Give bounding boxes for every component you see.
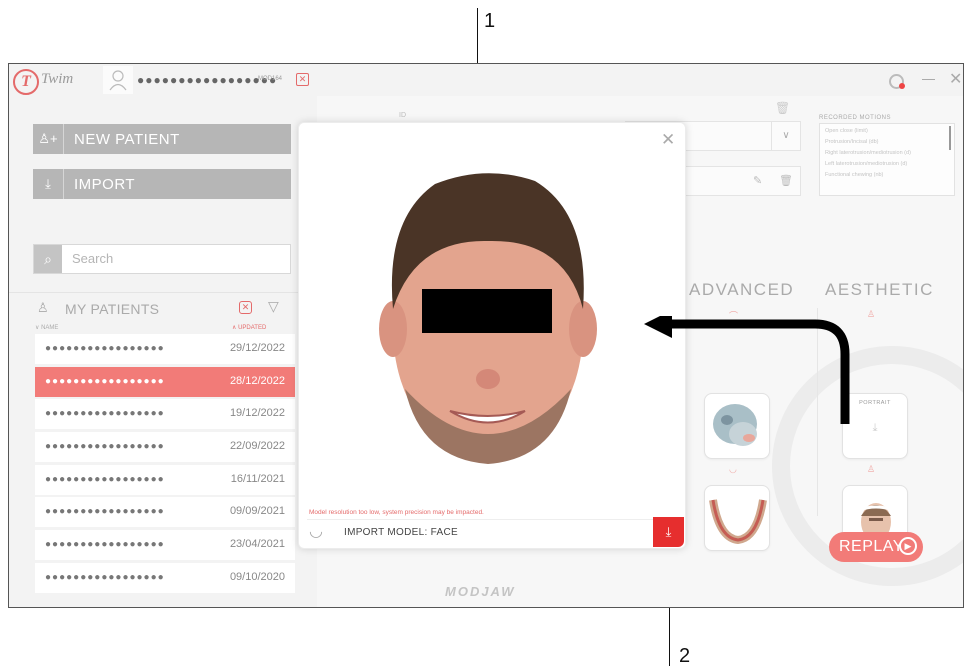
patient-name: ●●●●●●●●●●●●●●●●● <box>45 375 165 387</box>
patient-name: ●●●●●●●●●●●●●●●●● <box>45 473 165 485</box>
sidebar: ♙+ NEW PATIENT ⤓ IMPORT ⌕ ♙ MY PATIENTS … <box>9 96 317 607</box>
motion-item[interactable]: Functional chewing (nb) <box>825 172 950 183</box>
privacy-bar <box>422 289 552 333</box>
search-input[interactable] <box>70 250 284 267</box>
scrollbar[interactable] <box>949 126 951 150</box>
face-model-preview <box>379 173 597 464</box>
patient-date: 29/12/2022 <box>229 342 285 354</box>
jaw-icon: ◡ <box>309 523 323 540</box>
edit-icon[interactable]: ✎ <box>753 174 762 187</box>
annotation-arrow <box>644 316 850 424</box>
new-patient-button[interactable]: ♙+ NEW PATIENT <box>33 124 291 154</box>
patient-name: ●●●●●●●●●●●●●●●●● <box>45 343 165 354</box>
trash-icon[interactable]: 🗑 <box>779 174 793 187</box>
replay-button[interactable]: REPLAY ▶ <box>829 532 923 562</box>
search-box: ⌕ <box>33 244 291 274</box>
motion-item[interactable]: Left laterotrusion/mediotrusion (d) <box>825 161 950 172</box>
recorded-motions-list[interactable]: Open close (limit) Protrusion/Incisal (d… <box>819 123 955 196</box>
import-model-label: IMPORT MODEL: FACE <box>344 527 458 538</box>
id-label: ID <box>399 112 406 119</box>
patient-row[interactable]: ●●●●●●●●●●●●●●●●● 09/09/2021 <box>35 497 295 528</box>
col-name-label: NAME <box>41 325 59 331</box>
aesthetic-title: AESTHETIC <box>825 280 934 299</box>
current-user-name: ●●●●●●●●●●●●●●●●● <box>137 73 278 87</box>
my-patients-title: MY PATIENTS <box>65 301 160 317</box>
patient-name: ●●●●●●●●●●●●●●●●● <box>45 441 165 453</box>
patient-row[interactable]: ●●●●●●●●●●●●●●●●● 09/10/2020 <box>35 562 295 593</box>
import-face-dialog: ✕ Model resolution too low, system preci… <box>298 122 686 549</box>
patient-row[interactable]: ●●●●●●●●●●●●●●●●● 16/11/2021 <box>35 464 295 495</box>
jaw-small-icon: ◡ <box>729 464 737 474</box>
user-icon <box>109 70 127 91</box>
jaw-icon <box>709 499 767 545</box>
motion-item[interactable]: Protrusion/Incisal (db) <box>825 139 950 150</box>
footer-brand: MODJAW <box>445 584 516 599</box>
close-badge-icon[interactable]: ✕ <box>296 73 309 86</box>
import-icon: ⤓ <box>33 169 64 199</box>
advanced-title: ADVANCED <box>689 280 795 299</box>
clear-filter-icon[interactable]: ✕ <box>239 301 252 314</box>
download-icon: ⤓ <box>665 524 672 539</box>
recorded-motions-label: RECORDED MOTIONS <box>819 115 892 121</box>
title-bar: T Twim ●●●●●●●●●●●●●●●●● MOD164 ✕ ✕ <box>9 64 963 96</box>
patient-name: ●●●●●●●●●●●●●●●●● <box>45 571 165 583</box>
patient-name: ●●●●●●●●●●●●●●●●● <box>45 539 165 551</box>
chevron-down-icon: ∨ <box>771 122 800 150</box>
patient-row[interactable]: ●●●●●●●●●●●●●●●●● 19/12/2022 <box>35 399 295 430</box>
patient-row-selected[interactable]: ●●●●●●●●●●●●●●●●● 28/12/2022 <box>35 366 295 397</box>
import-button[interactable]: ⤓ IMPORT <box>33 169 291 199</box>
import-label: IMPORT <box>74 176 136 193</box>
add-user-icon: ♙+ <box>33 124 64 154</box>
motion-item[interactable]: Open close (limit) <box>825 128 950 139</box>
patient-row[interactable]: ●●●●●●●●●●●●●●●●● 29/12/2022 <box>35 334 295 364</box>
patients-icon: ♙ <box>37 300 49 315</box>
patient-date: 19/12/2022 <box>229 407 285 420</box>
app-title: Twim <box>41 71 74 87</box>
divider <box>9 292 317 293</box>
close-icon[interactable]: ✕ <box>949 69 962 89</box>
divider <box>307 519 667 520</box>
record-icon[interactable] <box>889 74 905 89</box>
minimize-icon[interactable] <box>922 79 935 80</box>
twim-logo-icon: T <box>13 69 39 95</box>
trash-icon[interactable]: 🗑 <box>775 101 790 115</box>
callout-2-number: 2 <box>679 645 691 667</box>
user-tab[interactable] <box>103 66 133 94</box>
sort-by-name[interactable]: ∨ NAME <box>35 324 58 331</box>
jaw-model-tile[interactable] <box>704 485 770 551</box>
motion-item[interactable]: Right laterotrusion/mediotrusion (d) <box>825 150 950 161</box>
patient-name: ●●●●●●●●●●●●●●●●● <box>45 506 165 518</box>
patient-row[interactable]: ●●●●●●●●●●●●●●●●● 22/09/2022 <box>35 432 295 463</box>
patient-date: 09/10/2020 <box>229 570 285 583</box>
close-icon[interactable]: ✕ <box>661 130 675 150</box>
patient-row[interactable]: ●●●●●●●●●●●●●●●●● 23/04/2021 <box>35 530 295 561</box>
col-updated-label: UPDATED <box>238 325 267 331</box>
resolution-warning: Model resolution too low, system precisi… <box>309 509 484 516</box>
user-code: MOD164 <box>258 76 283 82</box>
search-icon: ⌕ <box>34 245 62 273</box>
sort-by-updated[interactable]: ∧ UPDATED <box>232 324 266 331</box>
callout-1-number: 1 <box>484 10 496 32</box>
play-icon: ▶ <box>899 537 917 555</box>
patient-date: 22/09/2022 <box>229 440 285 453</box>
patient-date: 28/12/2022 <box>229 374 285 387</box>
patient-name: ●●●●●●●●●●●●●●●●● <box>45 408 165 420</box>
patient-date: 09/09/2021 <box>229 505 285 518</box>
face-small-icon: ♙ <box>867 464 876 474</box>
filter-icon[interactable]: ▽ <box>268 298 279 315</box>
patient-date: 16/11/2021 <box>230 472 285 485</box>
new-patient-label: NEW PATIENT <box>74 131 180 148</box>
patient-date: 23/04/2021 <box>229 538 285 551</box>
download-button[interactable]: ⤓ <box>653 517 684 547</box>
patient-list: ●●●●●●●●●●●●●●●●● 29/12/2022 ●●●●●●●●●●●●… <box>35 334 295 596</box>
replay-label: REPLAY <box>839 538 904 555</box>
